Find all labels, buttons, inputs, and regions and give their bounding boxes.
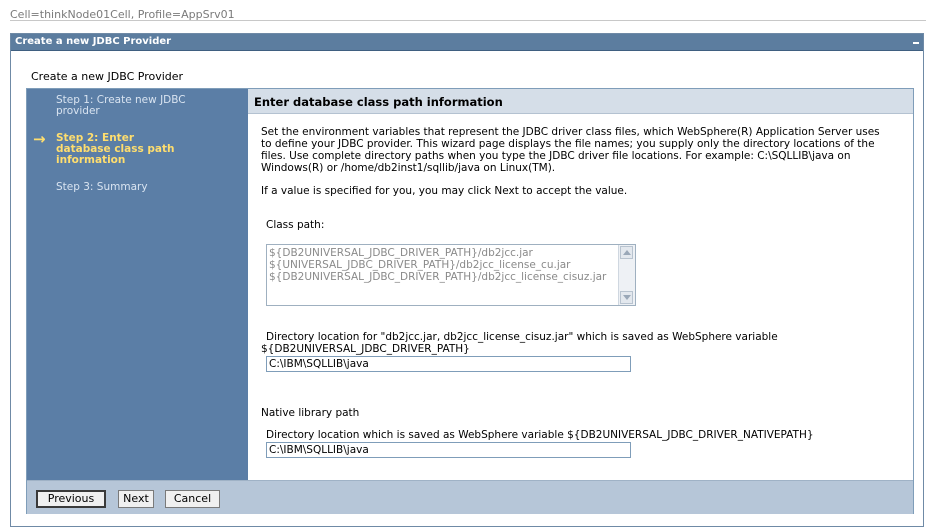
native-library-section-label: Native library path (261, 407, 360, 419)
scroll-down-arrow-icon (623, 295, 631, 300)
divider (10, 20, 926, 21)
intro-text: Set the environment variables that repre… (261, 126, 880, 174)
next-button[interactable]: Next (118, 490, 154, 508)
page-title: Enter database class path information (254, 95, 503, 109)
driver-dir-variable: ${DB2UNIVERSAL_JDBC_DRIVER_PATH} (261, 343, 470, 355)
driver-dir-label: Directory location for "db2jcc.jar, db2j… (266, 331, 778, 343)
wizard-button-bar: Previous Next Cancel (27, 480, 913, 514)
wizard-step-2: Step 2: Enter database class path inform… (56, 132, 175, 166)
content-header: Enter database class path information (248, 89, 913, 114)
previous-button[interactable]: Previous (36, 490, 106, 508)
classpath-textarea[interactable]: ${DB2UNIVERSAL_JDBC_DRIVER_PATH}/db2jcc.… (266, 244, 636, 306)
portlet-title: Create a new JDBC Provider (15, 36, 172, 47)
scroll-up-arrow-icon (623, 250, 631, 255)
wizard-content: Enter database class path information Se… (248, 89, 913, 480)
native-library-input[interactable] (266, 442, 631, 458)
cancel-button[interactable]: Cancel (165, 490, 220, 508)
wizard-step-3[interactable]: Step 3: Summary (56, 182, 186, 193)
classpath-value: ${DB2UNIVERSAL_JDBC_DRIVER_PATH}/db2jcc.… (269, 247, 607, 283)
native-library-label: Directory location which is saved as Web… (266, 429, 814, 441)
classpath-scrollbar[interactable] (618, 245, 635, 305)
scroll-up-button[interactable] (620, 246, 633, 259)
minimize-icon[interactable] (912, 37, 920, 45)
scroll-down-button[interactable] (620, 291, 633, 304)
current-step-arrow-icon: → (33, 130, 46, 148)
portlet-title-bar: Create a new JDBC Provider (11, 34, 923, 51)
wizard-frame: Step 1: Create new JDBC provider → Step … (26, 88, 914, 514)
wizard-heading: Create a new JDBC Provider (31, 70, 184, 83)
wizard-step-1[interactable]: Step 1: Create new JDBC provider (56, 95, 186, 117)
accept-note: If a value is specified for you, you may… (261, 185, 628, 197)
driver-dir-input[interactable] (266, 356, 631, 372)
jdbc-provider-portlet: Create a new JDBC Provider Create a new … (10, 33, 924, 527)
wizard-steps-panel: Step 1: Create new JDBC provider → Step … (27, 89, 248, 480)
classpath-label: Class path: (266, 219, 325, 231)
